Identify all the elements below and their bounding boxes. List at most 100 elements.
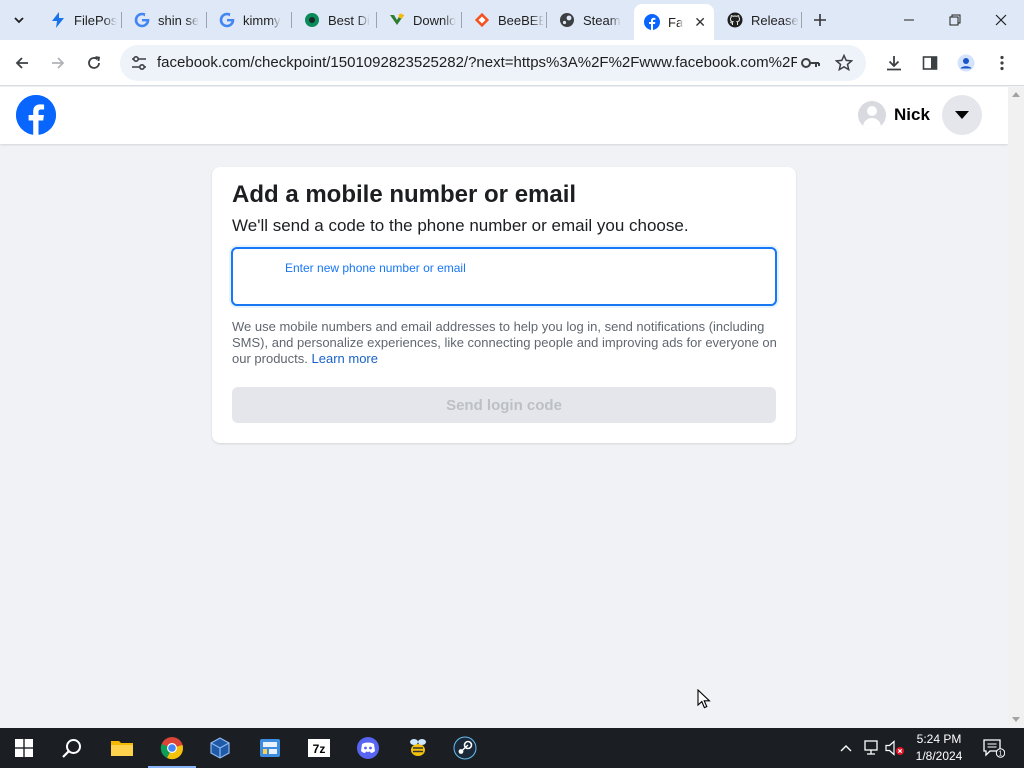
browser-tab-strip: FilePos shin se kimmy Best Di Downlo Bee… (0, 0, 1024, 40)
taskbar-calculator-tool[interactable] (246, 728, 294, 768)
scroll-up-icon[interactable] (1012, 92, 1020, 97)
best-icon (304, 12, 320, 28)
tab-divider (801, 12, 802, 28)
phone-or-email-input[interactable] (285, 277, 765, 297)
minimize-icon (904, 19, 914, 21)
network-tray[interactable] (860, 728, 882, 768)
side-panel-icon (922, 56, 938, 70)
taskbar-chrome[interactable] (148, 728, 196, 768)
download-icon (887, 56, 901, 71)
7zip-icon: 7z (308, 739, 330, 757)
taskbar-clock[interactable]: 5:24 PM 1/8/2024 (906, 731, 972, 765)
profile-chip[interactable]: Nick (858, 100, 930, 130)
tab-best[interactable]: Best Di (294, 6, 374, 34)
tab-steam[interactable]: Steam (549, 6, 629, 34)
tab-facebook[interactable]: Fa ✕ (634, 4, 714, 40)
bee-app-icon (410, 739, 426, 756)
taskbar-bee-app[interactable] (394, 728, 442, 768)
tab-filepost[interactable]: FilePos (40, 6, 120, 34)
calculator-tool-icon (260, 739, 280, 757)
send-login-code-button[interactable]: Send login code (232, 387, 776, 423)
svg-text:7z: 7z (313, 742, 326, 756)
volume-tray[interactable] (884, 728, 906, 768)
url-text[interactable]: facebook.com/checkpoint/1501092823525282… (157, 54, 797, 71)
notification-icon: 1 (983, 739, 1005, 758)
restore-icon (949, 14, 961, 26)
start-icon (15, 739, 33, 757)
scroll-down-icon[interactable] (1012, 717, 1020, 722)
tab-search-chevron-icon[interactable] (6, 7, 32, 33)
contact-input-field[interactable]: Enter new phone number or email (231, 247, 777, 306)
action-center-button[interactable]: 1 (980, 728, 1008, 768)
profile-button[interactable] (952, 49, 980, 77)
close-window-button[interactable] (978, 0, 1024, 40)
side-panel-button[interactable] (916, 49, 944, 77)
show-hidden-icons-button[interactable] (836, 728, 856, 768)
facebook-logo[interactable] (16, 95, 56, 135)
google-icon (134, 12, 150, 28)
steam-icon (559, 12, 575, 28)
learn-more-link[interactable]: Learn more (312, 351, 378, 366)
key-icon[interactable] (801, 53, 821, 73)
tab-label: shin se (158, 12, 200, 28)
taskbar-steam[interactable] (441, 728, 489, 768)
tab-beebee[interactable]: BeeBEE (464, 6, 544, 34)
more-vertical-icon (1000, 55, 1004, 71)
clock-date: 1/8/2024 (915, 749, 963, 763)
account-menu-button[interactable] (942, 95, 982, 135)
page-subtitle: We'll send a code to the phone number or… (232, 216, 689, 235)
taskbar-7zip[interactable]: 7z (295, 728, 343, 768)
tab-download[interactable]: Downlo (379, 6, 459, 34)
reload-button[interactable] (80, 49, 108, 77)
arrow-left-icon (15, 57, 28, 69)
tab-kimmy[interactable]: kimmy (209, 6, 289, 34)
browser-toolbar: facebook.com/checkpoint/1501092823525282… (0, 40, 1024, 86)
reload-icon (88, 56, 101, 69)
restore-button[interactable] (932, 0, 978, 40)
volume-muted-icon (885, 740, 904, 756)
browser-menu-button[interactable] (988, 49, 1016, 77)
start-button[interactable] (0, 728, 48, 768)
plus-icon (814, 14, 826, 26)
tab-label: Fa (668, 14, 684, 30)
minimize-button[interactable] (886, 0, 932, 40)
taskbar-discord[interactable] (344, 728, 392, 768)
tab-github-releases[interactable]: Release (717, 6, 801, 34)
tab-divider (546, 12, 547, 28)
new-tab-button[interactable] (808, 8, 832, 32)
page-scrollbar[interactable] (1008, 87, 1024, 727)
back-button[interactable] (8, 49, 36, 77)
bookmark-star-icon[interactable] (834, 53, 854, 73)
chrome-icon (160, 737, 183, 760)
tab-label: FilePos (74, 12, 118, 28)
file-explorer-icon (111, 741, 133, 756)
close-tab-icon[interactable]: ✕ (694, 14, 706, 31)
github-icon (727, 12, 743, 28)
mouse-cursor-icon (697, 689, 711, 709)
bolt-icon (50, 12, 66, 28)
page-title: Add a mobile number or email (232, 181, 577, 208)
tab-label: Best Di (328, 12, 370, 28)
virtualbox-icon (210, 737, 230, 759)
facebook-icon (644, 14, 660, 30)
caret-down-icon (955, 111, 969, 119)
search-icon (62, 739, 81, 758)
tab-shin[interactable]: shin se (124, 6, 204, 34)
steam-icon (453, 736, 477, 760)
taskbar-virtualbox[interactable] (196, 728, 244, 768)
downloads-button[interactable] (880, 49, 908, 77)
tab-divider (121, 12, 122, 28)
avatar (858, 101, 886, 129)
windows-taskbar: 7z 5:24 PM 1/8/2024 1 (0, 728, 1024, 768)
clock-time: 5:24 PM (916, 732, 962, 746)
facebook-header: Nick (0, 87, 1008, 144)
tab-divider (461, 12, 462, 28)
tab-label: Downlo (413, 12, 457, 28)
address-bar[interactable]: facebook.com/checkpoint/1501092823525282… (120, 45, 866, 81)
taskbar-file-explorer[interactable] (98, 728, 146, 768)
taskbar-search-button[interactable] (48, 728, 96, 768)
tab-label: kimmy (243, 12, 281, 28)
forward-button[interactable] (44, 49, 72, 77)
beebee-icon (474, 12, 490, 28)
site-settings-icon[interactable] (130, 54, 148, 72)
